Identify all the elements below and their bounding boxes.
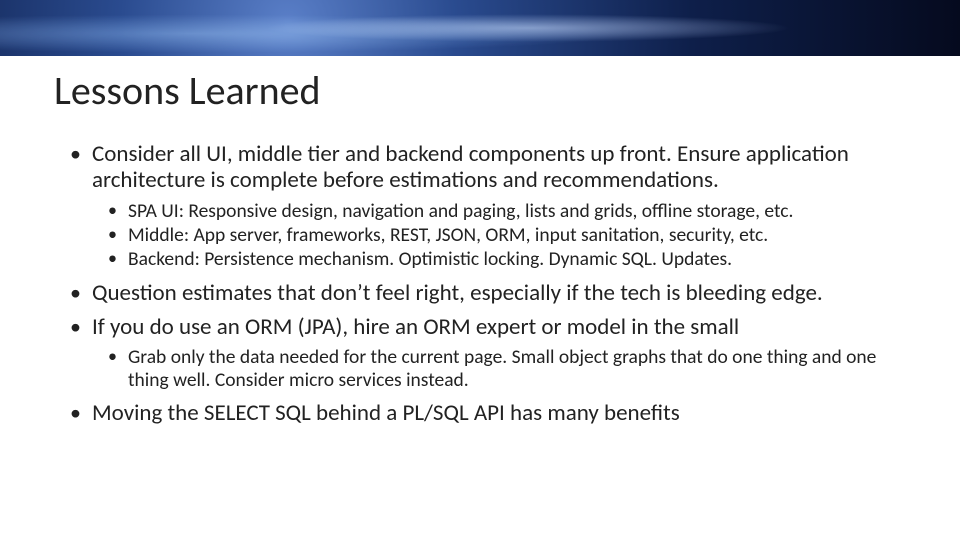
bullet-text: If you do use an ORM (JPA), hire an ORM … [92, 313, 739, 341]
list-item: If you do use an ORM (JPA), hire an ORM … [66, 315, 904, 392]
bullet-text: Grab only the data needed for the curren… [128, 345, 876, 391]
slide: Lessons Learned Consider all UI, middle … [0, 0, 960, 540]
list-item: SPA UI: Responsive design, navigation an… [106, 200, 904, 222]
bullet-text: Consider all UI, middle tier and backend… [92, 140, 849, 194]
slide-content: Consider all UI, middle tier and backend… [66, 142, 904, 435]
slide-title: Lessons Learned [54, 66, 321, 115]
sub-bullet-list: SPA UI: Responsive design, navigation an… [106, 200, 904, 271]
bullet-text: Middle: App server, frameworks, REST, JS… [128, 223, 768, 247]
list-item: Grab only the data needed for the curren… [106, 346, 904, 391]
banner-image [0, 0, 960, 56]
list-item: Middle: App server, frameworks, REST, JS… [106, 224, 904, 246]
list-item: Question estimates that don’t feel right… [66, 281, 904, 307]
bullet-text: Question estimates that don’t feel right… [92, 279, 823, 307]
list-item: Consider all UI, middle tier and backend… [66, 142, 904, 271]
bullet-list: Consider all UI, middle tier and backend… [66, 142, 904, 427]
bullet-text: Moving the SELECT SQL behind a PL/SQL AP… [92, 399, 680, 427]
list-item: Moving the SELECT SQL behind a PL/SQL AP… [66, 401, 904, 427]
bullet-text: Backend: Persistence mechanism. Optimist… [128, 247, 732, 271]
bullet-text: SPA UI: Responsive design, navigation an… [128, 199, 793, 223]
list-item: Backend: Persistence mechanism. Optimist… [106, 248, 904, 270]
sub-bullet-list: Grab only the data needed for the curren… [106, 346, 904, 391]
